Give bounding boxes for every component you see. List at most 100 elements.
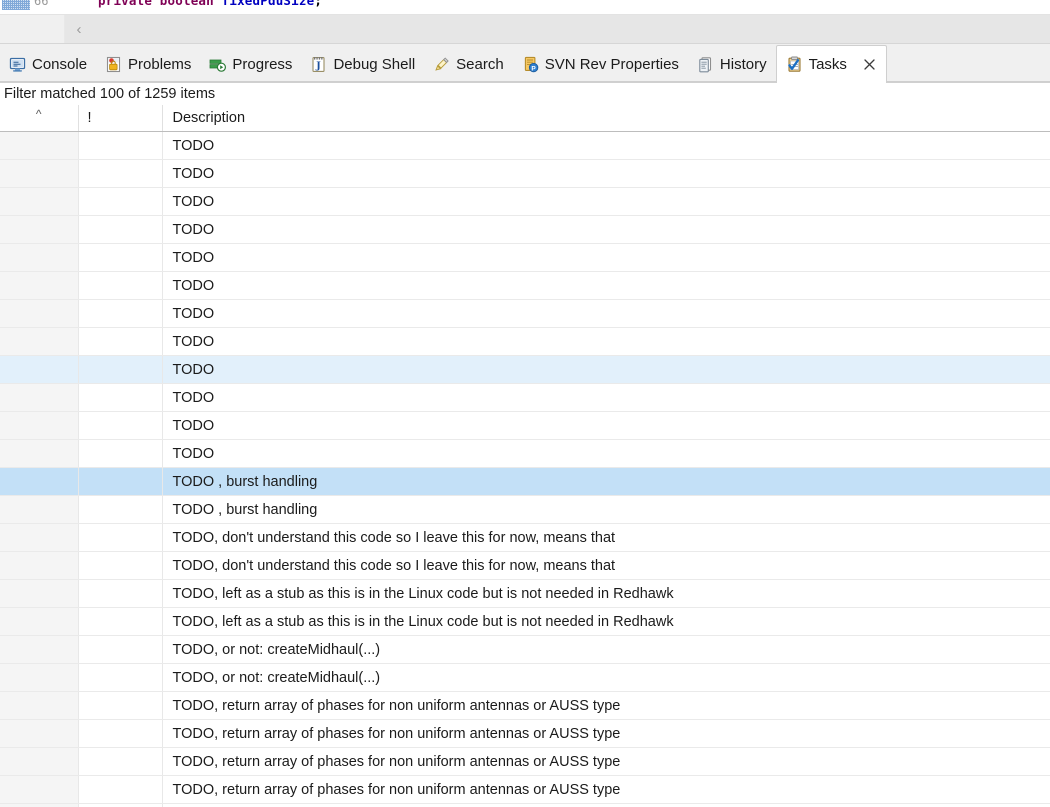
tab-history[interactable]: History (688, 46, 776, 82)
row-severity-cell (78, 719, 163, 748)
table-row[interactable]: TODO (0, 131, 1050, 160)
row-description-cell: TODO (162, 243, 1050, 272)
sort-ascending-icon: ^ (35, 107, 42, 121)
editor-horizontal-scrollbar[interactable]: ‹ (0, 14, 1050, 43)
table-row[interactable]: TODO, return array of phases for non uni… (0, 747, 1050, 776)
row-type-cell (0, 299, 79, 328)
row-description-cell: TODO (162, 159, 1050, 188)
table-row[interactable]: TODO (0, 215, 1050, 244)
column-header-severity[interactable]: ! (78, 105, 163, 132)
row-type-cell (0, 635, 79, 664)
editor-gutter-spacer (0, 15, 65, 43)
table-row[interactable]: TODO , burst handling (0, 467, 1050, 496)
row-severity-cell (78, 355, 163, 384)
row-description-cell: TODO, or not: createMidhaul(...) (162, 635, 1050, 664)
row-severity-cell (78, 523, 163, 552)
tab-svn-rev-properties[interactable]: P SVN Rev Properties (513, 46, 688, 82)
row-type-cell (0, 411, 79, 440)
row-type-cell (0, 747, 79, 776)
tab-debug-shell[interactable]: J Debug Shell (301, 46, 424, 82)
row-severity-cell (78, 411, 163, 440)
code-text: private boolean fixedPduSize; (98, 0, 322, 8)
console-icon (9, 56, 26, 73)
table-row[interactable]: TODO, or not: createMidhaul(...) (0, 663, 1050, 692)
table-header-row: ^ ! Description (0, 105, 1050, 132)
table-row[interactable]: TODO, that's not a very usefull test, as… (0, 803, 1050, 807)
row-severity-cell (78, 439, 163, 468)
tab-label: Search (456, 55, 504, 73)
tab-search[interactable]: Search (424, 46, 513, 82)
row-severity-cell (78, 467, 163, 496)
tasks-table-body: TODO TODO TODO TODO TODO TODO TODO TODO TODO TODO… (0, 131, 1050, 807)
column-header-icon[interactable]: ^ (0, 105, 79, 132)
row-description-cell: TODO (162, 439, 1050, 468)
tab-progress[interactable]: Progress (200, 46, 301, 82)
row-type-cell (0, 579, 79, 608)
tab-label: History (719, 55, 767, 73)
row-type-cell (0, 607, 79, 636)
table-row[interactable]: TODO (0, 159, 1050, 188)
table-row[interactable]: TODO (0, 355, 1050, 384)
table-row[interactable]: TODO (0, 383, 1050, 412)
table-row[interactable]: TODO, don't understand this code so I le… (0, 551, 1050, 580)
row-severity-cell (78, 187, 163, 216)
field-declaration-marker-icon (2, 0, 30, 10)
table-row[interactable]: TODO , burst handling (0, 495, 1050, 524)
table-row[interactable]: TODO (0, 411, 1050, 440)
table-row[interactable]: TODO, return array of phases for non uni… (0, 775, 1050, 804)
row-description-cell: TODO (162, 327, 1050, 356)
row-description-cell: TODO (162, 131, 1050, 160)
search-icon (433, 56, 450, 73)
tab-problems[interactable]: Problems (96, 46, 200, 82)
row-severity-cell (78, 383, 163, 412)
table-row[interactable]: TODO, left as a stub as this is in the L… (0, 579, 1050, 608)
row-type-cell (0, 719, 79, 748)
table-row[interactable]: TODO, left as a stub as this is in the L… (0, 607, 1050, 636)
row-severity-cell (78, 299, 163, 328)
row-description-cell: TODO (162, 215, 1050, 244)
row-type-cell (0, 271, 79, 300)
table-row[interactable]: TODO, don't understand this code so I le… (0, 523, 1050, 552)
problems-icon (105, 56, 122, 73)
table-row[interactable]: TODO, return array of phases for non uni… (0, 719, 1050, 748)
tab-label: Console (32, 55, 88, 73)
table-row[interactable]: TODO, return array of phases for non uni… (0, 691, 1050, 720)
code-editor-strip: 66 private boolean fixedPduSize; ‹ (0, 0, 1050, 44)
tab-label: SVN Rev Properties (544, 55, 679, 73)
table-row[interactable]: TODO (0, 187, 1050, 216)
row-severity-cell (78, 215, 163, 244)
row-severity-cell (78, 551, 163, 580)
table-row[interactable]: TODO (0, 271, 1050, 300)
row-severity-cell (78, 327, 163, 356)
table-row[interactable]: TODO (0, 327, 1050, 356)
row-description-cell: TODO (162, 187, 1050, 216)
table-row[interactable]: TODO, or not: createMidhaul(...) (0, 635, 1050, 664)
row-description-cell: TODO , burst handling (162, 495, 1050, 524)
debug-shell-icon: J (310, 56, 327, 73)
row-description-cell: TODO, left as a stub as this is in the L… (162, 607, 1050, 636)
row-type-cell (0, 215, 79, 244)
tasks-table-container[interactable]: ^ ! Description TODO TODO TODO TODO TODO TODO… (0, 105, 1050, 807)
table-row[interactable]: TODO (0, 439, 1050, 468)
code-keyword: private boolean (98, 0, 214, 8)
code-field-name: fixedPduSize (213, 0, 315, 8)
column-header-description[interactable]: Description (162, 105, 1050, 132)
row-type-cell (0, 187, 79, 216)
row-type-cell (0, 551, 79, 580)
tab-label: Progress (232, 55, 293, 73)
table-row[interactable]: TODO (0, 299, 1050, 328)
row-type-cell (0, 663, 79, 692)
row-type-cell (0, 439, 79, 468)
scroll-left-arrow-icon[interactable]: ‹ (65, 15, 93, 43)
view-tab-bar: Console Problems Progress J Debug Shell Searc… (0, 44, 1050, 83)
tab-tasks[interactable]: Tasks (775, 45, 887, 83)
code-punctuation: ; (314, 0, 323, 8)
table-row[interactable]: TODO (0, 243, 1050, 272)
row-description-cell: TODO (162, 271, 1050, 300)
close-icon[interactable] (861, 56, 879, 74)
row-description-cell: TODO, return array of phases for non uni… (162, 747, 1050, 776)
code-editor-line[interactable]: 66 private boolean fixedPduSize; (0, 0, 1050, 14)
tab-console[interactable]: Console (0, 46, 96, 82)
editor-scroll-track[interactable] (93, 15, 1050, 43)
row-type-cell (0, 159, 79, 188)
